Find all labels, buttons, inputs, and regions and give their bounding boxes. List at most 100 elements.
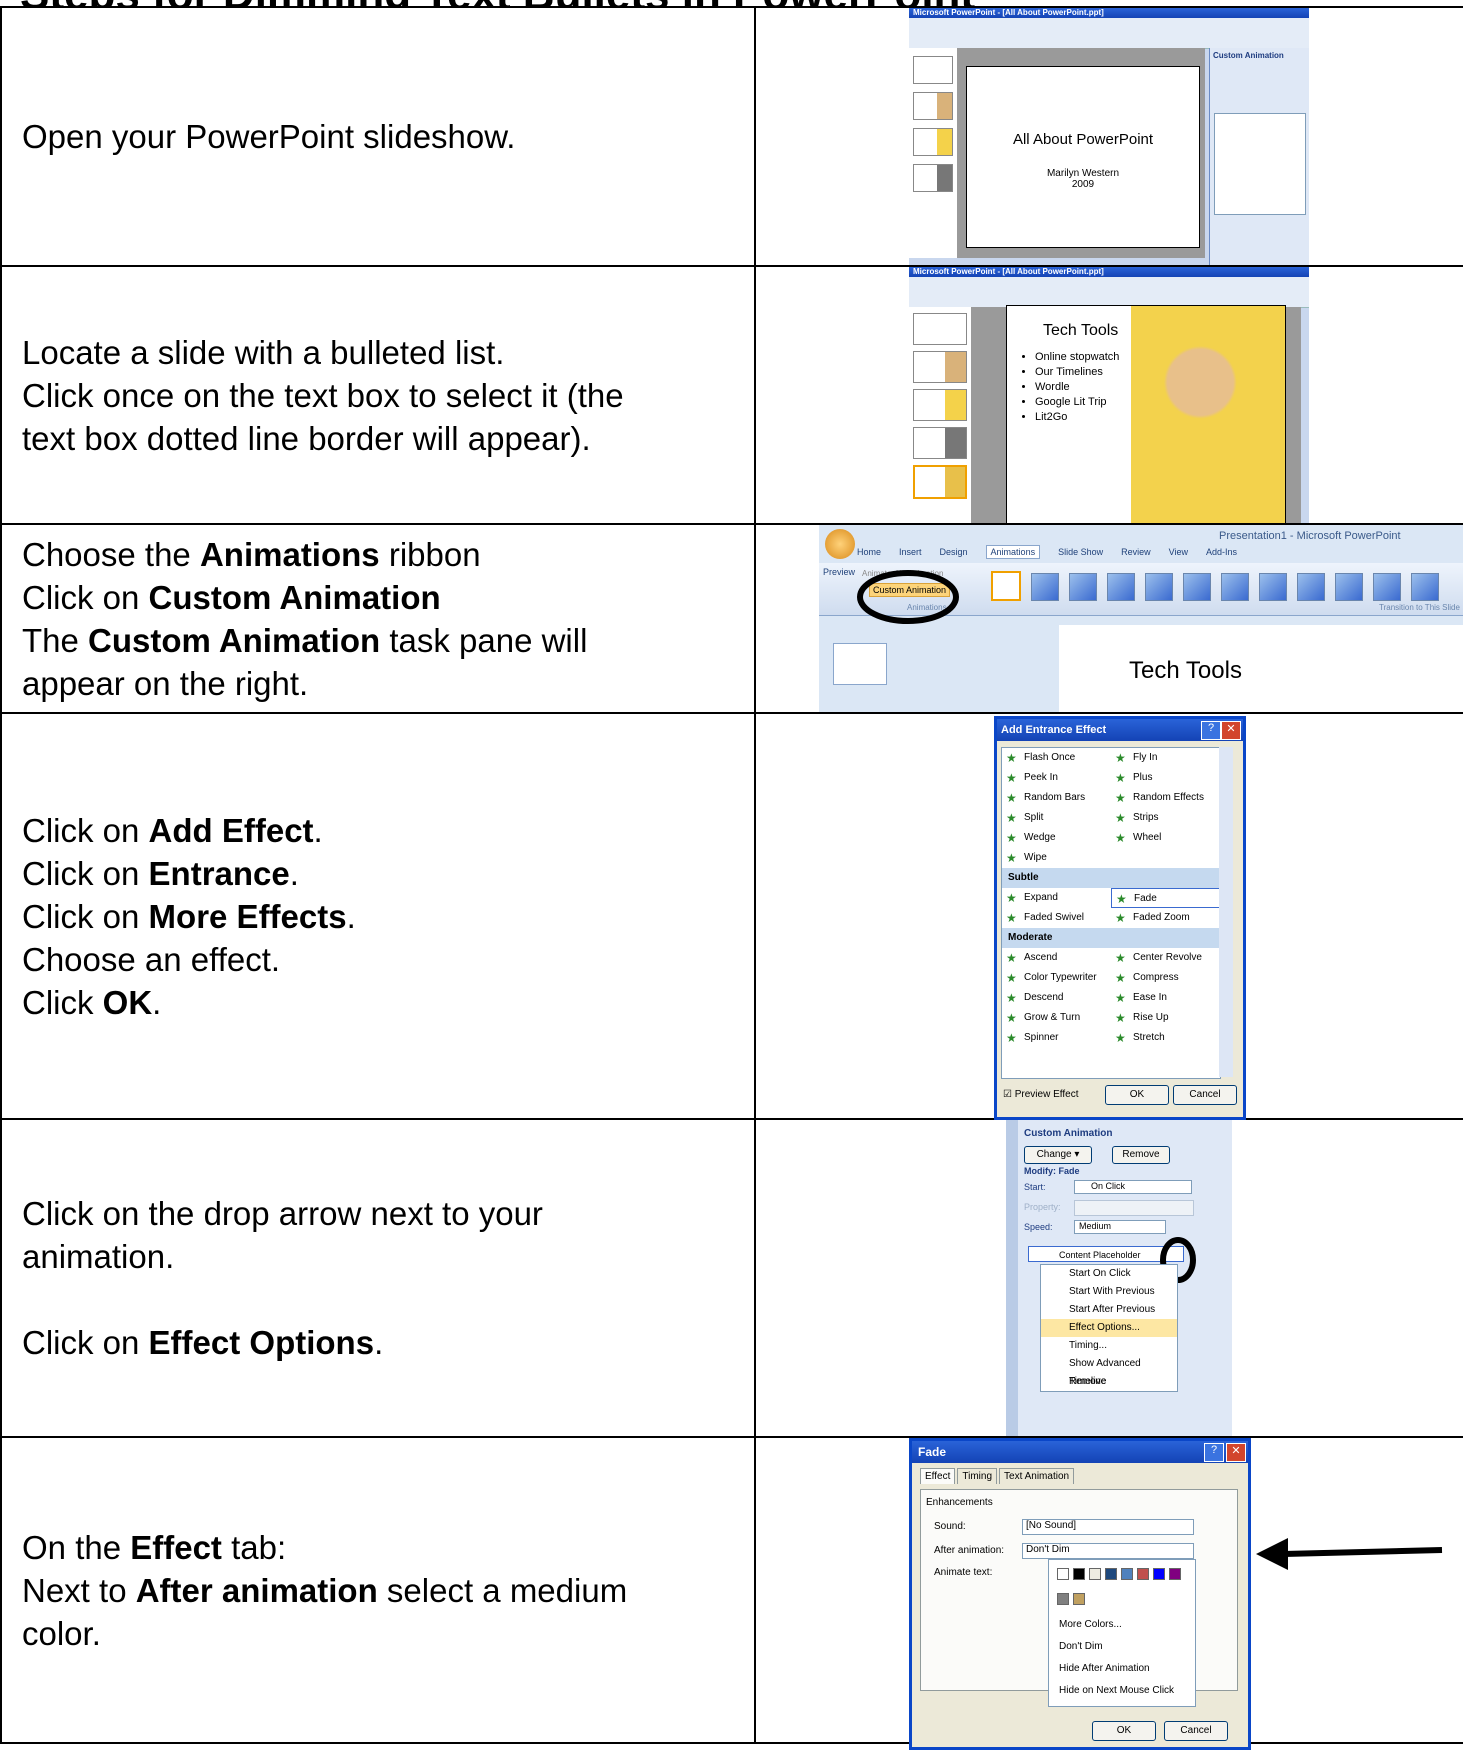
effect-option[interactable]: ★ Center Revolve xyxy=(1111,948,1220,968)
effect-option[interactable]: ★ Ease In xyxy=(1111,988,1220,1008)
ribbon-tab[interactable]: Slide Show xyxy=(1058,547,1103,557)
remove-button[interactable]: Remove xyxy=(1112,1146,1170,1164)
transition-thumb[interactable] xyxy=(1107,573,1135,601)
bullet-item: Online stopwatch xyxy=(1035,350,1119,365)
ribbon-tab[interactable]: Animations xyxy=(985,545,1041,559)
effect-option[interactable]: ★ Ascend xyxy=(1002,948,1111,968)
effect-option[interactable]: ★ Spinner xyxy=(1002,1028,1111,1048)
effect-option[interactable]: ★ Plus xyxy=(1111,768,1220,788)
transition-thumb[interactable] xyxy=(1335,573,1363,601)
menu-item[interactable]: Effect Options... xyxy=(1041,1319,1177,1337)
effect-row: ★ Wipe xyxy=(1002,848,1220,868)
color-swatch[interactable] xyxy=(1089,1568,1101,1580)
effect-option[interactable]: ★ Fade xyxy=(1111,888,1220,908)
menu-item[interactable]: Start On Click xyxy=(1041,1265,1177,1283)
color-swatch[interactable] xyxy=(1137,1568,1149,1580)
menu-item[interactable]: Start After Previous xyxy=(1041,1301,1177,1319)
preview-effect-checkbox[interactable]: ☑ Preview Effect xyxy=(1003,1089,1078,1100)
speed-select[interactable]: Medium xyxy=(1074,1220,1166,1234)
cancel-button[interactable]: Cancel xyxy=(1164,1721,1228,1741)
transition-thumb[interactable] xyxy=(1259,573,1287,601)
transition-thumb[interactable] xyxy=(991,571,1021,601)
color-swatch[interactable] xyxy=(1121,1568,1133,1580)
instruction-text: Choose the xyxy=(22,535,200,573)
ribbon-tab[interactable]: Add-Ins xyxy=(1206,547,1237,557)
scrollbar[interactable] xyxy=(1219,747,1233,1077)
effect-option[interactable]: ★ Faded Zoom xyxy=(1111,908,1220,928)
transition-thumb[interactable] xyxy=(1373,573,1401,601)
effect-option[interactable]: ★ Wedge xyxy=(1002,828,1111,848)
color-swatch[interactable] xyxy=(1073,1593,1085,1605)
star-icon: ★ xyxy=(1006,951,1017,965)
effect-option[interactable]: ★ Fly In xyxy=(1111,748,1220,768)
ribbon-tab[interactable]: Insert xyxy=(899,547,922,557)
effect-option[interactable]: ★ Wipe xyxy=(1002,848,1111,868)
bullet-item: Lit2Go xyxy=(1035,410,1119,425)
ribbon-tab[interactable]: Review xyxy=(1121,547,1151,557)
star-icon: ★ xyxy=(1115,1011,1126,1025)
transition-thumb[interactable] xyxy=(1221,573,1249,601)
effect-option[interactable]: ★ Strips xyxy=(1111,808,1220,828)
effect-option[interactable]: ★ Grow & Turn xyxy=(1002,1008,1111,1028)
start-select[interactable]: On Click xyxy=(1074,1180,1192,1194)
color-swatch[interactable] xyxy=(1169,1568,1181,1580)
color-swatch[interactable] xyxy=(1105,1568,1117,1580)
effect-option[interactable]: ★ Wheel xyxy=(1111,828,1220,848)
color-swatch[interactable] xyxy=(1057,1593,1069,1605)
transition-thumb[interactable] xyxy=(1183,573,1211,601)
dialog-tab[interactable]: Timing xyxy=(957,1468,998,1484)
effect-option[interactable]: ★ Faded Swivel xyxy=(1002,908,1111,928)
color-swatch[interactable] xyxy=(1153,1568,1165,1580)
instruction-line: Click on Custom Animation xyxy=(22,576,754,619)
ribbon-tab[interactable]: Design xyxy=(940,547,968,557)
menu-item[interactable]: Don't Dim xyxy=(1049,1636,1195,1658)
effect-option[interactable]: ★ Random Bars xyxy=(1002,788,1111,808)
effect-option[interactable]: ★ Split xyxy=(1002,808,1111,828)
effect-option[interactable]: ★ Flash Once xyxy=(1002,748,1111,768)
change-button[interactable]: Change ▾ xyxy=(1024,1146,1092,1164)
transition-gallery[interactable] xyxy=(991,571,1449,601)
menu-item[interactable]: Timing... xyxy=(1041,1337,1177,1355)
effect-option[interactable]: ★ Expand xyxy=(1002,888,1111,908)
menu-item[interactable]: Hide After Animation xyxy=(1049,1658,1195,1680)
effect-option[interactable]: ★ Descend xyxy=(1002,988,1111,1008)
menu-item[interactable]: Remove xyxy=(1041,1373,1177,1391)
step-text: Click on the drop arrow next to your anim… xyxy=(0,1118,756,1438)
close-icon[interactable]: ✕ xyxy=(1226,1443,1246,1462)
ok-button[interactable]: OK xyxy=(1092,1721,1156,1741)
ok-button[interactable]: OK xyxy=(1105,1085,1169,1105)
slide-title: Tech Tools xyxy=(1129,657,1242,684)
preview-button[interactable]: Preview xyxy=(823,567,855,577)
effect-list[interactable]: ★ Flash Once ★ Fly In ★ Peek In ★ Plus ★ Random B… xyxy=(1001,747,1221,1079)
menu-item[interactable]: Start With Previous xyxy=(1041,1283,1177,1301)
effect-option[interactable]: ★ Random Effects xyxy=(1111,788,1220,808)
after-animation-select[interactable]: Don't Dim xyxy=(1022,1543,1194,1559)
dialog-tab[interactable]: Effect xyxy=(920,1468,956,1484)
transition-thumb[interactable] xyxy=(1069,573,1097,601)
color-swatch[interactable] xyxy=(1073,1568,1085,1580)
ribbon-tab[interactable]: Home xyxy=(857,547,881,557)
close-icon[interactable]: ✕ xyxy=(1221,721,1241,740)
effect-option[interactable]: ★ Stretch xyxy=(1111,1028,1220,1048)
transition-thumb[interactable] xyxy=(1411,573,1439,601)
dialog-tab[interactable]: Text Animation xyxy=(999,1468,1075,1484)
transition-thumb[interactable] xyxy=(1297,573,1325,601)
effect-option[interactable]: ★ Peek In xyxy=(1002,768,1111,788)
effect-option[interactable]: ★ Rise Up xyxy=(1111,1008,1220,1028)
effect-option[interactable]: ★ Color Typewriter xyxy=(1002,968,1111,988)
office-button[interactable] xyxy=(825,529,855,559)
menu-item[interactable]: Show Advanced Timeline xyxy=(1041,1355,1177,1387)
help-icon[interactable]: ? xyxy=(1204,1443,1224,1462)
effect-option[interactable]: ★ Compress xyxy=(1111,968,1220,988)
ribbon-tab[interactable]: View xyxy=(1169,547,1188,557)
menu-item[interactable]: More Colors... xyxy=(1049,1614,1195,1636)
bullet-list[interactable]: Online stopwatchOur TimelinesWordleGoogl… xyxy=(1019,350,1119,425)
transition-thumb[interactable] xyxy=(1145,573,1173,601)
help-icon[interactable]: ? xyxy=(1201,721,1221,740)
cancel-button[interactable]: Cancel xyxy=(1173,1085,1237,1105)
sound-select[interactable]: [No Sound] xyxy=(1022,1519,1194,1535)
effect-option xyxy=(1111,848,1220,868)
transition-thumb[interactable] xyxy=(1031,573,1059,601)
color-swatch[interactable] xyxy=(1057,1568,1069,1580)
menu-item[interactable]: Hide on Next Mouse Click xyxy=(1049,1680,1195,1702)
